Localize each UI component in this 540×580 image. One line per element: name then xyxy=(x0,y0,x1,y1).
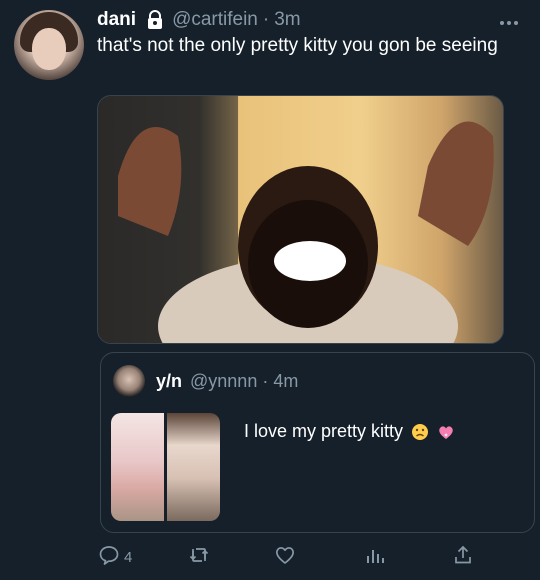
avatar[interactable] xyxy=(14,10,84,80)
sparkling-heart-emoji-icon xyxy=(437,423,455,441)
share-button[interactable] xyxy=(452,544,474,570)
analytics-button[interactable] xyxy=(364,544,386,570)
share-icon xyxy=(452,544,474,570)
quoted-header: y/n @ynnnn · 4m xyxy=(156,371,298,392)
analytics-icon xyxy=(364,544,386,570)
quoted-media-thumbnail[interactable] xyxy=(111,413,164,521)
tweet-text: that's not the only pretty kitty you gon… xyxy=(97,35,498,56)
retweet-button[interactable] xyxy=(188,544,210,570)
quoted-avatar[interactable] xyxy=(113,365,145,397)
handle[interactable]: @cartifein xyxy=(172,9,258,31)
separator-dot: · xyxy=(262,9,270,30)
reply-button[interactable]: 4 xyxy=(98,544,132,570)
quoted-handle[interactable]: @ynnnn xyxy=(190,371,257,392)
tweet-media-image[interactable] xyxy=(97,95,504,344)
timestamp[interactable]: 3m xyxy=(274,9,300,31)
like-button[interactable] xyxy=(274,544,296,570)
heart-icon xyxy=(274,544,296,570)
quoted-text-row: I love my pretty kitty xyxy=(244,421,455,442)
quoted-timestamp[interactable]: 4m xyxy=(273,371,298,392)
reply-count: 4 xyxy=(124,548,133,566)
retweet-icon xyxy=(188,544,210,570)
quoted-media-thumbnail[interactable] xyxy=(167,413,220,521)
more-options-icon[interactable] xyxy=(498,14,520,25)
tweet-header: dani @cartifein · 3m xyxy=(97,8,301,32)
quoted-display-name[interactable]: y/n xyxy=(156,371,182,392)
avatar-face xyxy=(32,28,66,70)
quoted-text: I love my pretty kitty xyxy=(244,421,404,441)
frowning-face-emoji-icon xyxy=(411,423,429,441)
tweet-actions: 4 xyxy=(0,540,540,576)
display-name[interactable]: dani xyxy=(97,9,136,31)
quoted-separator-dot: · xyxy=(262,371,269,391)
reply-icon xyxy=(98,544,120,570)
tweet[interactable]: dani @cartifein · 3m that's not the only… xyxy=(0,0,540,580)
quoted-tweet[interactable]: y/n @ynnnn · 4m I love my pretty kitty xyxy=(100,352,535,533)
lock-icon xyxy=(146,10,164,30)
